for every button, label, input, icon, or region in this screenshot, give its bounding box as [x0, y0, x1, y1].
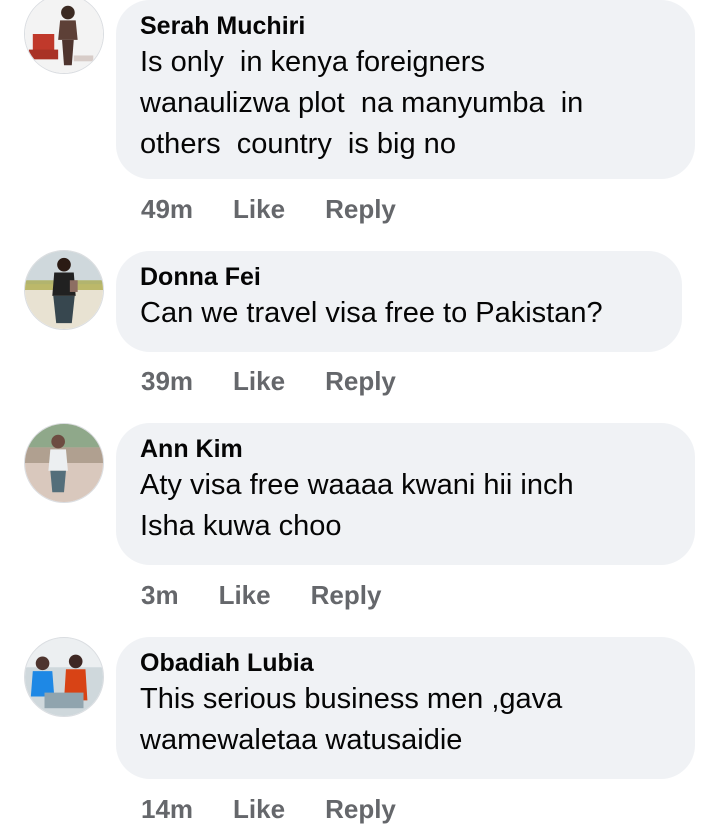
like-button[interactable]: Like: [219, 580, 271, 611]
comment-timestamp[interactable]: 3m: [141, 580, 179, 611]
comment-bubble: Obadiah Lubia This serious business men …: [116, 637, 695, 779]
comment-bubble: Donna Fei Can we travel visa free to Pak…: [116, 251, 682, 352]
comment-timestamp[interactable]: 49m: [141, 194, 193, 225]
like-button[interactable]: Like: [233, 366, 285, 397]
comment-bubble: Ann Kim Aty visa free waaaa kwani hii in…: [116, 423, 695, 565]
comment-text-line: This serious business men ,gava: [140, 683, 563, 715]
like-button[interactable]: Like: [233, 194, 285, 225]
comment-bubble: Serah Muchiri Is only in kenya foreigner…: [116, 0, 695, 179]
avatar-photo: [25, 638, 103, 716]
avatar[interactable]: [24, 423, 104, 503]
reply-button[interactable]: Reply: [311, 580, 382, 611]
avatar[interactable]: [24, 0, 104, 74]
comment-actions: 3m Like Reply: [141, 580, 381, 611]
avatar[interactable]: [24, 637, 104, 717]
comment-text-line: Isha kuwa choo: [140, 510, 342, 542]
comment-text-line: Is only in kenya foreigners: [140, 46, 485, 78]
reply-button[interactable]: Reply: [325, 366, 396, 397]
comment-timestamp[interactable]: 14m: [141, 794, 193, 825]
comment-author[interactable]: Donna Fei: [140, 261, 658, 293]
comment-author[interactable]: Serah Muchiri: [140, 10, 671, 42]
reply-button[interactable]: Reply: [325, 194, 396, 225]
comment-actions: 14m Like Reply: [141, 794, 396, 825]
comment-text-line: Can we travel visa free to Pakistan?: [140, 297, 603, 329]
comment-text-line: wanaulizwa plot na manyumba in: [140, 87, 584, 119]
avatar-photo: [25, 424, 103, 502]
comment-author[interactable]: Obadiah Lubia: [140, 647, 671, 679]
comment-timestamp[interactable]: 39m: [141, 366, 193, 397]
comment-author[interactable]: Ann Kim: [140, 433, 671, 465]
reply-button[interactable]: Reply: [325, 794, 396, 825]
comment-actions: 49m Like Reply: [141, 194, 396, 225]
comment-text: Is only in kenya foreigners wanaulizwa p…: [140, 42, 671, 165]
like-button[interactable]: Like: [233, 794, 285, 825]
comment-text-line: others country is big no: [140, 128, 456, 160]
avatar-photo: [25, 0, 103, 73]
comment-text-line: wamewaletaa watusaidie: [140, 724, 463, 756]
comment-actions: 39m Like Reply: [141, 366, 396, 397]
comment-text: This serious business men ,gava wamewale…: [140, 679, 671, 761]
comment-text: Can we travel visa free to Pakistan?: [140, 293, 658, 334]
avatar[interactable]: [24, 250, 104, 330]
avatar-photo: [25, 251, 103, 329]
comment-text-line: Aty visa free waaaa kwani hii inch: [140, 469, 574, 501]
comment-text: Aty visa free waaaa kwani hii inch Isha …: [140, 465, 671, 547]
